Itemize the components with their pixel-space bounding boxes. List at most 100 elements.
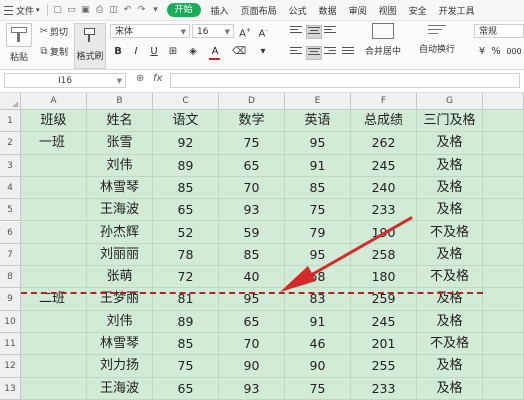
cell-f10[interactable]: 245 — [351, 310, 417, 333]
cell-a8[interactable] — [21, 266, 87, 289]
tab-view[interactable]: 视图 — [373, 4, 403, 17]
cell-b12[interactable]: 刘力扬 — [87, 355, 153, 378]
row-header-10[interactable]: 10 — [0, 310, 21, 333]
justify-icon[interactable] — [342, 47, 354, 57]
increase-font-icon[interactable]: A+ — [238, 24, 252, 41]
cell-c10[interactable]: 89 — [153, 310, 219, 333]
copy-button[interactable]: ⧉ 复制 — [38, 45, 68, 59]
new-file-icon[interactable]: ▢ — [51, 3, 65, 17]
cell-c5[interactable]: 65 — [153, 199, 219, 222]
align-bottom-icon[interactable] — [324, 26, 336, 36]
column-header-e[interactable]: E — [285, 93, 351, 110]
format-painter-button[interactable]: 格式刷 — [74, 23, 106, 69]
cell-d1[interactable]: 数学 — [219, 110, 285, 133]
align-right-icon[interactable] — [324, 47, 336, 57]
paste-button[interactable]: 粘贴 — [4, 23, 34, 63]
cell-h2[interactable] — [483, 132, 524, 155]
cell-c8[interactable]: 72 — [153, 266, 219, 289]
cell-a1[interactable]: 班级 — [21, 110, 87, 133]
align-left-icon[interactable] — [290, 47, 302, 57]
cell-d12[interactable]: 90 — [219, 355, 285, 378]
cell-e5[interactable]: 75 — [285, 199, 351, 222]
cell-f8[interactable]: 180 — [351, 266, 417, 289]
row-header-1[interactable]: 1 — [0, 110, 21, 133]
cell-f2[interactable]: 262 — [351, 132, 417, 155]
cell-c2[interactable]: 92 — [153, 132, 219, 155]
more-chevron-icon[interactable]: ▾ — [149, 3, 163, 17]
formula-input[interactable] — [170, 73, 520, 88]
row-header-13[interactable]: 13 — [0, 377, 21, 400]
cell-e4[interactable]: 85 — [285, 176, 351, 200]
cell-h12[interactable] — [483, 355, 524, 378]
tab-developer[interactable]: 开发工具 — [433, 4, 481, 17]
cell-g6[interactable]: 不及格 — [417, 221, 483, 244]
tab-home[interactable]: 开始 — [166, 3, 201, 17]
border-icon[interactable]: ⊞ — [166, 45, 180, 59]
cell-h13[interactable] — [483, 377, 524, 400]
cell-a3[interactable] — [21, 154, 87, 177]
tab-formulas[interactable]: 公式 — [283, 4, 313, 17]
cell-c6[interactable]: 52 — [153, 221, 219, 244]
column-header-c[interactable]: C — [153, 93, 219, 110]
cell-f12[interactable]: 255 — [351, 355, 417, 378]
cell-b4[interactable]: 林雪琴 — [87, 176, 153, 200]
row-header-7[interactable]: 7 — [0, 243, 21, 267]
cell-e2[interactable]: 95 — [285, 132, 351, 155]
undo-icon[interactable]: ↶ — [121, 3, 135, 17]
cell-g11[interactable]: 不及格 — [417, 333, 483, 356]
cell-b6[interactable]: 孙杰辉 — [87, 221, 153, 244]
cell-g3[interactable]: 及格 — [417, 154, 483, 177]
decrease-font-icon[interactable]: A- — [256, 24, 270, 41]
fx-button[interactable]: fx — [153, 73, 162, 84]
cell-f1[interactable]: 总成绩 — [351, 110, 417, 133]
cell-e6[interactable]: 79 — [285, 221, 351, 244]
cell-c11[interactable]: 85 — [153, 333, 219, 356]
cell-b1[interactable]: 姓名 — [87, 110, 153, 133]
cell-h5[interactable] — [483, 199, 524, 222]
cell-d3[interactable]: 65 — [219, 154, 285, 177]
cell-a10[interactable] — [21, 310, 87, 333]
percent-button[interactable]: % — [490, 45, 502, 59]
cell-e3[interactable]: 91 — [285, 154, 351, 177]
cell-a6[interactable] — [21, 221, 87, 244]
column-header-d[interactable]: D — [219, 93, 285, 110]
cell-a2[interactable]: 一班 — [21, 132, 87, 155]
cell-h4[interactable] — [483, 176, 524, 200]
column-header-b[interactable]: B — [87, 93, 153, 110]
cell-b3[interactable]: 刘伟 — [87, 154, 153, 177]
column-header-f[interactable]: F — [351, 93, 417, 110]
cell-h7[interactable] — [483, 243, 524, 267]
cell-h11[interactable] — [483, 333, 524, 356]
cell-b11[interactable]: 林雪琴 — [87, 333, 153, 356]
cell-e10[interactable]: 91 — [285, 310, 351, 333]
align-top-icon[interactable] — [290, 26, 302, 36]
column-header-g[interactable]: G — [417, 93, 483, 110]
zoom-icon[interactable]: ⊕ — [136, 73, 144, 84]
cell-e7[interactable]: 95 — [285, 243, 351, 267]
cell-f4[interactable]: 240 — [351, 176, 417, 200]
cell-h8[interactable] — [483, 266, 524, 289]
cell-g2[interactable]: 及格 — [417, 132, 483, 155]
cell-e12[interactable]: 90 — [285, 355, 351, 378]
bold-button[interactable]: B — [112, 45, 124, 59]
cell-c3[interactable]: 89 — [153, 154, 219, 177]
cell-a12[interactable] — [21, 355, 87, 378]
cell-area[interactable]: 班级 姓名 语文 数学 英语 总成绩 三门及格 一班 张雪 92 75 95 262 及格 刘伟 89 65 91… — [21, 110, 524, 400]
save-icon[interactable]: ▣ — [79, 3, 93, 17]
row-header-2[interactable]: 2 — [0, 132, 21, 155]
cell-g7[interactable]: 及格 — [417, 243, 483, 267]
row-header-12[interactable]: 12 — [0, 355, 21, 378]
row-header-9[interactable]: 9 — [0, 288, 21, 311]
row-header-3[interactable]: 3 — [0, 154, 21, 177]
row-header-11[interactable]: 11 — [0, 333, 21, 356]
currency-icon[interactable]: ¥ — [476, 45, 488, 59]
eraser-icon[interactable]: ⌫ — [232, 45, 246, 59]
name-box[interactable]: I16 ▼ — [4, 73, 126, 88]
cell-d2[interactable]: 75 — [219, 132, 285, 155]
file-menu[interactable]: 文件 ▾ — [0, 4, 44, 17]
print-preview-icon[interactable]: ◫ — [107, 3, 121, 17]
cell-d6[interactable]: 59 — [219, 221, 285, 244]
fill-color-icon[interactable]: ◈ — [186, 45, 200, 59]
cell-g12[interactable]: 及格 — [417, 355, 483, 378]
cell-f5[interactable]: 233 — [351, 199, 417, 222]
